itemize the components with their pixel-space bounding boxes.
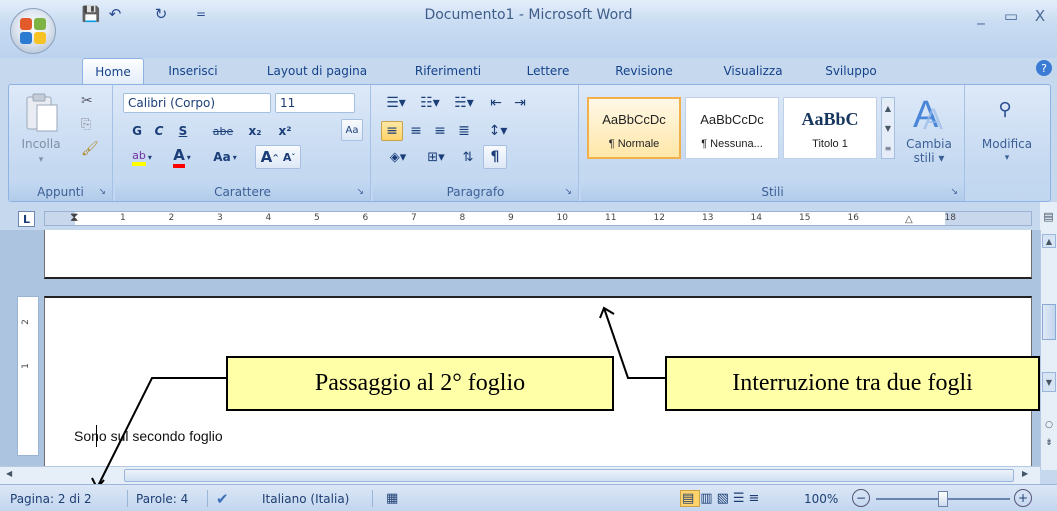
callout-page-break: Interruzione tra due fogli <box>665 356 1040 411</box>
full-screen-icon[interactable]: ▥ <box>700 491 716 506</box>
divider <box>372 490 373 507</box>
view-buttons[interactable]: ▤ ▥ ▧ ☰ ≡ <box>680 485 763 511</box>
language[interactable]: Italiano (Italia) <box>262 485 349 511</box>
zoom-out-button[interactable]: − <box>852 489 870 507</box>
zoom-slider-thumb[interactable] <box>938 491 948 507</box>
draft-icon[interactable]: ≡ <box>749 491 764 506</box>
divider <box>127 490 128 507</box>
status-bar: Pagina: 2 di 2 Parole: 4 ✔ Italiano (Ita… <box>0 484 1057 511</box>
arrow-sheet-change <box>96 377 226 489</box>
web-layout-icon[interactable]: ▧ <box>717 491 733 506</box>
annotation-arrows <box>91 306 665 490</box>
zoom-in-button[interactable]: + <box>1014 489 1032 507</box>
page-count[interactable]: Pagina: 2 di 2 <box>10 485 92 511</box>
print-layout-icon[interactable]: ▤ <box>680 490 701 507</box>
callout-sheet-change: Passaggio al 2° foglio <box>226 356 614 411</box>
proofing-icon[interactable]: ✔ <box>216 485 229 511</box>
word-window: 💾 ↶ ↻ = Documento1 - Microsoft Word _ ▭ … <box>0 0 1057 511</box>
outline-icon[interactable]: ☰ <box>733 491 749 506</box>
word-count[interactable]: Parole: 4 <box>136 485 188 511</box>
macro-record-icon[interactable]: ▦ <box>386 485 398 511</box>
zoom-level[interactable]: 100% <box>804 485 838 511</box>
divider <box>207 490 208 507</box>
